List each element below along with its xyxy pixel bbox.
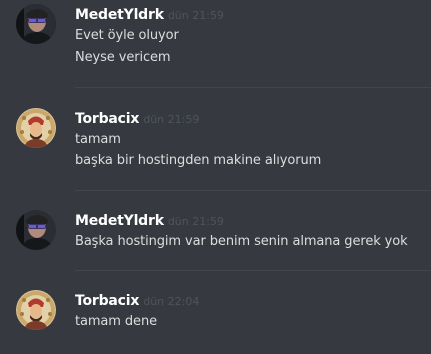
torbacix-avatar-icon [16,290,56,330]
message-timestamp: dün 21:59 [167,215,224,228]
message-text: başka bir hostingden makine alıyorum [75,153,322,168]
message-author[interactable]: Torbacix [75,293,139,309]
message-divider [75,190,431,191]
torbacix-avatar-icon [16,108,56,148]
message-text: Neyse vericem [75,50,171,65]
message-divider [75,270,431,271]
message-text: Evet öyle oluyor [75,28,179,43]
medet-avatar-icon [16,210,56,250]
user-avatar[interactable] [16,4,56,44]
user-avatar[interactable] [16,108,56,148]
message-text: tamam [75,132,121,147]
message-author[interactable]: MedetYldrk [75,213,164,229]
message-timestamp: dün 21:59 [143,113,200,126]
medet-avatar-icon [16,4,56,44]
message-timestamp: dün 21:59 [167,9,224,22]
message-author[interactable]: Torbacix [75,111,139,127]
message-divider [75,87,431,88]
message-timestamp: dün 22:04 [143,295,200,308]
user-avatar[interactable] [16,290,56,330]
user-avatar[interactable] [16,210,56,250]
message-text: tamam dene [75,314,157,329]
message-author[interactable]: MedetYldrk [75,7,164,23]
message-text: Başka hostingim var benim senin almana g… [75,234,408,249]
